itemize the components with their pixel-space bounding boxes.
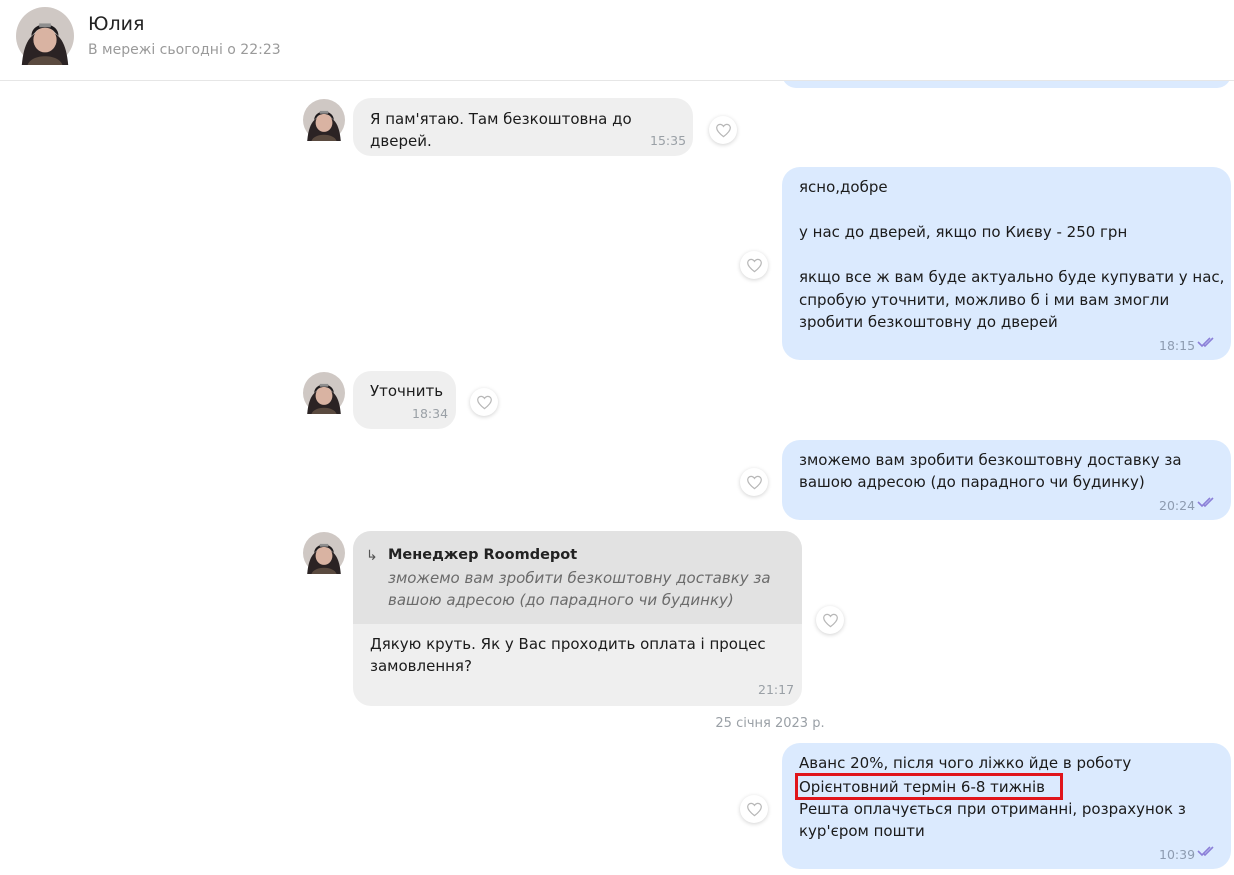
contact-status: В мережі сьогодні о 22:23	[88, 42, 281, 58]
quoted-author: Менеджер Roomdepot	[388, 547, 578, 563]
like-button[interactable]	[709, 116, 737, 144]
message-text-line-3: Решта оплачується при отриманні, розраху…	[799, 800, 1186, 840]
message-time: 15:35	[650, 133, 687, 148]
like-button[interactable]	[470, 388, 498, 416]
contact-avatar[interactable]	[16, 7, 74, 65]
message-text: зможемо вам зробити безкоштовну доставку…	[799, 451, 1182, 491]
message-time: 18:34	[412, 406, 449, 421]
message-text-line-1: Аванс 20%, після чого ліжко йде в роботу	[799, 754, 1132, 772]
quoted-message[interactable]: ↳ Менеджер Roomdepot зможемо вам зробити…	[353, 531, 802, 624]
read-checkmarks-icon	[1197, 497, 1214, 508]
message-bubble-incoming[interactable]: Уточнить 18:34	[353, 371, 456, 429]
message-text: Уточнить	[370, 382, 444, 400]
message-bubble-incoming[interactable]: Я пам'ятаю. Там безкоштовна до дверей. 1…	[353, 98, 693, 156]
chat-header: Юлия В мережі сьогодні о 22:23	[0, 0, 1234, 81]
message-text: Я пам'ятаю. Там безкоштовна до дверей.	[370, 110, 637, 150]
message-text: Дякую круть. Як у Вас проходить оплата і…	[370, 635, 766, 675]
date-separator: 25 січня 2023 р.	[715, 716, 825, 731]
highlight-annotation	[795, 773, 1063, 800]
message-bubble-incoming-reply[interactable]: ↳ Менеджер Roomdepot зможемо вам зробити…	[353, 531, 802, 706]
heart-icon	[746, 475, 762, 489]
heart-icon	[822, 613, 838, 627]
message-bubble-outgoing[interactable]: ясно,добре у нас до дверей, якщо по Києв…	[782, 167, 1231, 360]
message-time: 18:15	[1159, 338, 1196, 353]
read-checkmarks-icon	[1197, 337, 1214, 348]
like-button[interactable]	[816, 606, 844, 634]
sender-avatar[interactable]	[303, 372, 345, 414]
heart-icon	[746, 258, 762, 272]
sender-avatar[interactable]	[303, 532, 345, 574]
message-time: 21:17	[758, 682, 795, 697]
message-bubble-outgoing[interactable]: Аванс 20%, після чого ліжко йде в роботу…	[782, 743, 1231, 869]
sender-avatar[interactable]	[303, 99, 345, 141]
contact-name[interactable]: Юлия	[88, 13, 144, 35]
heart-icon	[476, 395, 492, 409]
heart-icon	[715, 123, 731, 137]
message-time: 10:39	[1159, 847, 1196, 862]
message-bubble-outgoing[interactable]: зможемо вам зробити безкоштовну доставку…	[782, 440, 1231, 520]
like-button[interactable]	[740, 795, 768, 823]
message-text: ясно,добре у нас до дверей, якщо по Києв…	[799, 178, 1225, 331]
reply-arrow-icon: ↳	[366, 548, 378, 564]
message-time: 20:24	[1159, 498, 1196, 513]
like-button[interactable]	[740, 468, 768, 496]
read-checkmarks-icon	[1197, 846, 1214, 857]
quoted-text: зможемо вам зробити безкоштовну доставку…	[388, 569, 771, 609]
heart-icon	[746, 802, 762, 816]
like-button[interactable]	[740, 251, 768, 279]
